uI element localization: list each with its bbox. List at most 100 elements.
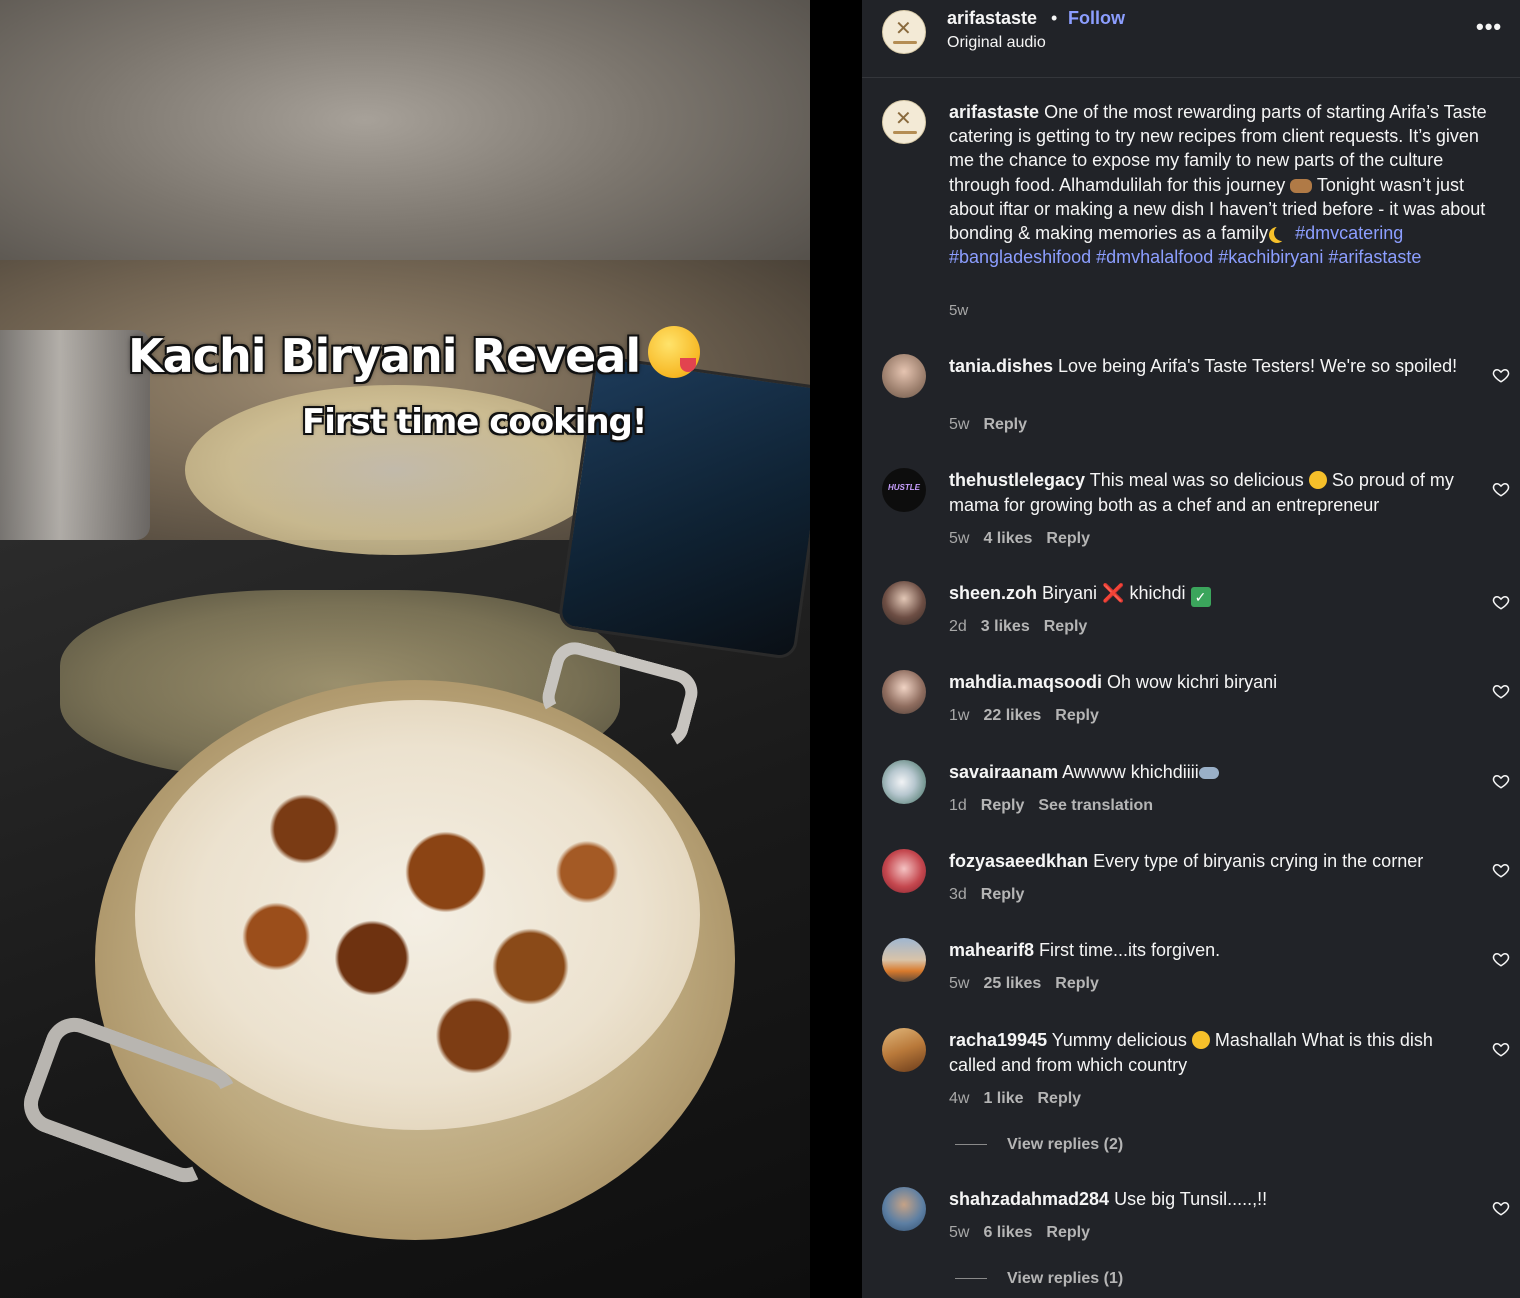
commenter-avatar[interactable]	[882, 581, 926, 625]
commenter-username[interactable]: mahearif8	[949, 940, 1034, 960]
ellipsis-icon[interactable]: •••	[1476, 14, 1502, 40]
commenter-avatar[interactable]	[882, 760, 926, 804]
comment-meta: 5w 4 likes Reply	[949, 530, 1104, 548]
like-heart-icon[interactable]	[1492, 1040, 1510, 1058]
commenter-username[interactable]: savairaanam	[949, 762, 1058, 782]
hashtag-link[interactable]: #dmvhalalfood	[1096, 247, 1213, 267]
like-heart-icon[interactable]	[1492, 861, 1510, 879]
author-username[interactable]: arifastaste	[947, 8, 1037, 29]
comment-age: 2d	[949, 618, 967, 635]
comment-meta: 2d 3 likes Reply	[949, 618, 1101, 636]
hashtag-link[interactable]: #arifastaste	[1328, 247, 1421, 267]
view-replies-label: View replies (2)	[1007, 1136, 1124, 1153]
hashtag-link[interactable]: #dmvcatering	[1295, 223, 1403, 243]
comment-body-cont: khichdi	[1124, 583, 1191, 603]
commenter-avatar[interactable]	[882, 849, 926, 893]
caption-timestamp: 5w	[949, 302, 969, 319]
like-heart-icon[interactable]	[1492, 682, 1510, 700]
reply-button[interactable]: Reply	[1046, 1224, 1090, 1241]
author-avatar[interactable]	[882, 10, 926, 54]
comment-body: Awwww khichdiiii	[1058, 762, 1199, 782]
like-heart-icon[interactable]	[1492, 366, 1510, 384]
post-header: arifastaste • Follow Original audio •••	[862, 0, 1520, 78]
comment-body: Every type of biryanis crying in the cor…	[1088, 851, 1424, 871]
comment-age: 1d	[949, 797, 967, 814]
video-player[interactable]: Kachi Biryani Reveal First time cooking!	[0, 0, 810, 1298]
commenter-username[interactable]: thehustlelegacy	[949, 470, 1085, 490]
comment-text: shahzadahmad284 Use big Tunsil.....,!!	[949, 1187, 1479, 1212]
reply-button[interactable]: Reply	[981, 886, 1025, 903]
commenter-username[interactable]: tania.dishes	[949, 356, 1053, 376]
reply-button[interactable]: Reply	[1055, 975, 1099, 992]
comment-meta: 1w 22 likes Reply	[949, 707, 1113, 725]
savoring-food-emoji-icon	[648, 326, 701, 378]
comment-body: Biryani	[1037, 583, 1103, 603]
commenter-username[interactable]: shahzadahmad284	[949, 1189, 1109, 1209]
reply-button[interactable]: Reply	[981, 797, 1025, 814]
reply-button[interactable]: Reply	[1037, 1090, 1081, 1107]
comment-age: 4w	[949, 1090, 970, 1107]
reply-button[interactable]: Reply	[1046, 530, 1090, 547]
comment-age: 5w	[949, 1224, 970, 1241]
comment-text: thehustlelegacy This meal was so delicio…	[949, 468, 1479, 518]
comment-text: fozyasaeedkhan Every type of biryanis cr…	[949, 849, 1479, 874]
comment-likes[interactable]: 6 likes	[983, 1224, 1032, 1241]
commenter-username[interactable]: sheen.zoh	[949, 583, 1037, 603]
reply-button[interactable]: Reply	[1055, 707, 1099, 724]
commenter-avatar[interactable]	[882, 670, 926, 714]
comment-likes[interactable]: 1 like	[983, 1090, 1023, 1107]
reply-button[interactable]: Reply	[1044, 618, 1088, 635]
comment-likes[interactable]: 25 likes	[983, 975, 1041, 992]
commenter-username[interactable]: mahdia.maqsoodi	[949, 672, 1102, 692]
commenter-avatar[interactable]	[882, 938, 926, 982]
caption-author-avatar[interactable]	[882, 100, 926, 144]
comment-body: Use big Tunsil.....,!!	[1109, 1189, 1268, 1209]
caption-username[interactable]: arifastaste	[949, 102, 1039, 122]
comment-likes[interactable]: 4 likes	[983, 530, 1032, 547]
comment-text: savairaanam Awwww khichdiiii	[949, 760, 1479, 785]
like-heart-icon[interactable]	[1492, 593, 1510, 611]
palms-up-emoji-icon	[1290, 178, 1313, 193]
see-translation-button[interactable]: See translation	[1038, 797, 1153, 814]
crescent-moon-emoji-icon	[1274, 225, 1290, 241]
view-replies-button[interactable]: View replies (1)	[955, 1270, 1123, 1288]
video-biryani-rice	[135, 700, 700, 1130]
comment-text: mahdia.maqsoodi Oh wow kichri biryani	[949, 670, 1479, 695]
dashing-away-emoji-icon	[1198, 767, 1219, 779]
like-heart-icon[interactable]	[1492, 480, 1510, 498]
comment-body: Yummy delicious	[1047, 1030, 1192, 1050]
original-audio-link[interactable]: Original audio	[947, 34, 1046, 52]
comments-panel: arifastaste • Follow Original audio ••• …	[862, 0, 1520, 1298]
comment-text: racha19945 Yummy delicious Mashallah Wha…	[949, 1028, 1479, 1078]
comment-meta: 3d Reply	[949, 886, 1038, 904]
follow-button[interactable]: Follow	[1068, 8, 1125, 29]
like-heart-icon[interactable]	[1492, 950, 1510, 968]
comment-age: 1w	[949, 707, 970, 724]
post-caption: arifastaste One of the most rewarding pa…	[949, 100, 1494, 269]
comment-meta: 1d Reply See translation	[949, 797, 1167, 815]
reply-button[interactable]: Reply	[983, 416, 1027, 433]
comment-meta: 5w 6 likes Reply	[949, 1224, 1104, 1242]
comment-meta: 5w 25 likes Reply	[949, 975, 1113, 993]
commenter-avatar[interactable]	[882, 1187, 926, 1231]
video-phone	[557, 354, 810, 661]
comment-likes[interactable]: 3 likes	[981, 618, 1030, 635]
cross-mark-emoji-icon: ❌	[1102, 583, 1125, 603]
commenter-username[interactable]: fozyasaeedkhan	[949, 851, 1088, 871]
commenter-avatar[interactable]: HUSTLE	[882, 468, 926, 512]
replies-divider	[955, 1144, 987, 1146]
hashtag-link[interactable]: #kachibiryani	[1218, 247, 1323, 267]
hashtag-link[interactable]: #bangladeshifood	[949, 247, 1091, 267]
comment-body: Oh wow kichri biryani	[1102, 672, 1278, 692]
view-replies-button[interactable]: View replies (2)	[955, 1136, 1123, 1154]
yum-face-emoji-icon	[1191, 1031, 1210, 1049]
like-heart-icon[interactable]	[1492, 772, 1510, 790]
video-overlay-title: Kachi Biryani Reveal	[128, 326, 701, 383]
commenter-avatar[interactable]	[882, 1028, 926, 1072]
commenter-avatar[interactable]	[882, 354, 926, 398]
comment-likes[interactable]: 22 likes	[983, 707, 1041, 724]
video-overlay-subtitle: First time cooking!	[302, 402, 647, 442]
commenter-username[interactable]: racha19945	[949, 1030, 1047, 1050]
like-heart-icon[interactable]	[1492, 1199, 1510, 1217]
relieved-face-emoji-icon	[1308, 471, 1327, 489]
